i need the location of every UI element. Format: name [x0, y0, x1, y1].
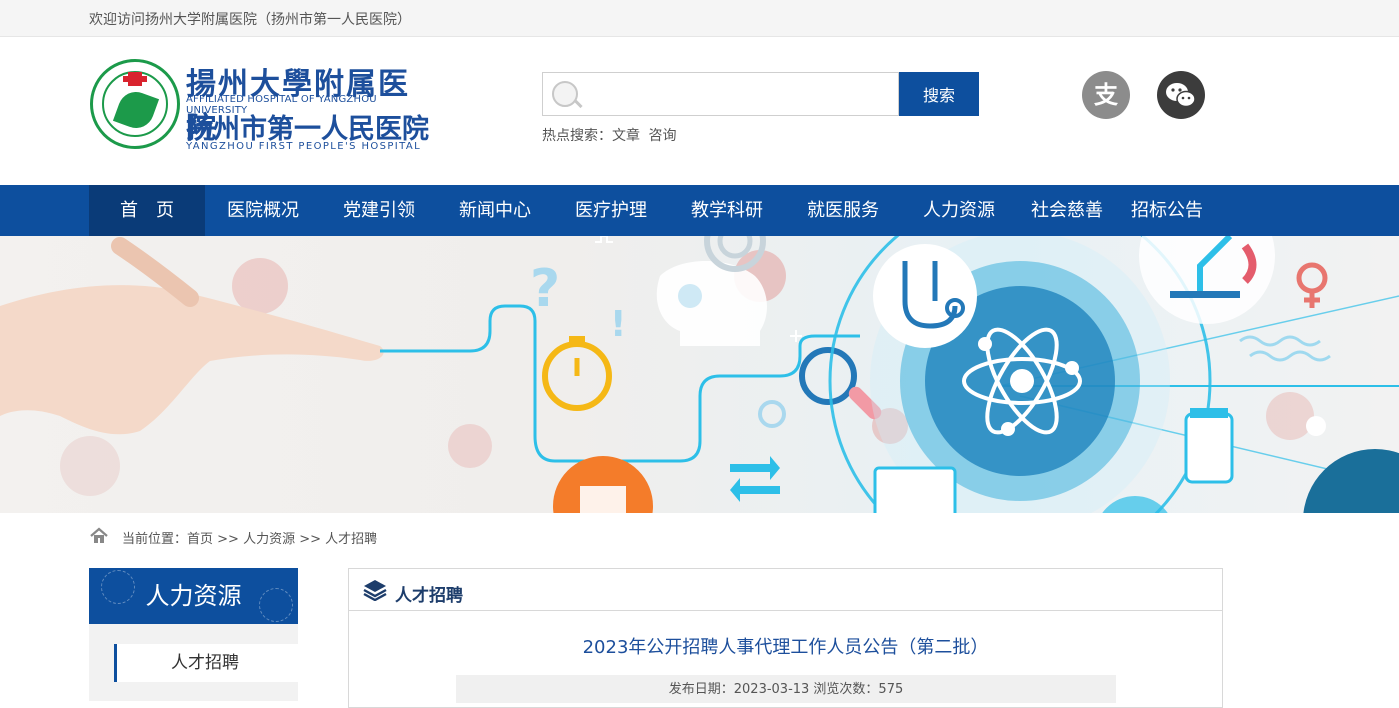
svg-text:!: !: [610, 304, 626, 345]
banner-illustration: ? !: [0, 236, 1399, 513]
header: 揚州大學附属医院 AFFILIATED HOSPITAL OF YANGZHOU…: [0, 37, 1399, 185]
alipay-icon[interactable]: 支: [1082, 71, 1130, 119]
welcome-text: 欢迎访问扬州大学附属医院（扬州市第一人民医院）: [89, 12, 411, 28]
nav-item-research[interactable]: 教学科研: [669, 185, 785, 236]
breadcrumb-item-home[interactable]: 首页: [187, 532, 213, 547]
sidebar-title: 人力资源: [89, 568, 298, 624]
home-icon: [90, 527, 108, 543]
hospital-logo[interactable]: 揚州大學附属医院 AFFILIATED HOSPITAL OF YANGZHOU…: [90, 57, 440, 157]
hot-search-label: 热点搜索：: [542, 128, 612, 144]
search-input[interactable]: [542, 72, 899, 116]
breadcrumb-item-recruitment[interactable]: 人才招聘: [325, 532, 377, 547]
panel-title: 人才招聘: [395, 586, 463, 606]
sidebar-title-text: 人力资源: [145, 582, 242, 610]
article-title: 2023年公开招聘人事代理工作人员公告（第二批）: [582, 637, 989, 658]
hot-search: 热点搜索：文章 咨询: [542, 125, 680, 145]
nav-item-medical[interactable]: 医疗护理: [553, 185, 669, 236]
article-meta: 发布日期：2023-03-13 浏览次数：575: [456, 675, 1116, 703]
breadcrumb-item-hr[interactable]: 人力资源: [243, 532, 295, 547]
search-button[interactable]: 搜索: [899, 72, 979, 116]
wechat-icon[interactable]: [1157, 71, 1205, 119]
nav-item-charity[interactable]: 社会慈善: [1017, 185, 1117, 236]
panel-header: 人才招聘: [349, 569, 1222, 611]
nav-item-news[interactable]: 新闻中心: [437, 185, 553, 236]
hospital-emblem-icon: [90, 59, 180, 149]
hero-banner: ? !: [0, 236, 1399, 513]
top-bar: 欢迎访问扬州大学附属医院（扬州市第一人民医院）: [0, 0, 1399, 37]
nav-item-home[interactable]: 首 页: [89, 185, 205, 236]
nav-item-hr[interactable]: 人力资源: [901, 185, 1017, 236]
content-panel: 人才招聘 2023年公开招聘人事代理工作人员公告（第二批） 发布日期：2023-…: [348, 568, 1223, 708]
search-icon: [552, 81, 578, 107]
breadcrumb-prefix: 当前位置：: [122, 532, 188, 547]
sidebar-item-recruitment[interactable]: 人才招聘: [114, 644, 298, 682]
nav-item-tender[interactable]: 招标公告: [1117, 185, 1217, 236]
breadcrumb-separator: >>: [295, 532, 326, 547]
nav-item-service[interactable]: 就医服务: [785, 185, 901, 236]
flower-decoration-icon: [101, 570, 135, 604]
logo-en-name-hospital: YANGZHOU FIRST PEOPLE'S HOSPITAL: [186, 141, 422, 152]
main-nav: 首 页 医院概况 党建引领 新闻中心 医疗护理 教学科研 就医服务 人力资源 社…: [0, 185, 1399, 236]
hot-search-term[interactable]: 咨询: [648, 128, 676, 144]
sidebar-menu: 人才招聘: [89, 624, 298, 701]
search-bar: 搜索: [542, 72, 979, 116]
layers-icon: [363, 580, 387, 601]
hot-search-term[interactable]: 文章: [612, 128, 640, 144]
nav-item-party[interactable]: 党建引领: [321, 185, 437, 236]
breadcrumb-separator: >>: [213, 532, 244, 547]
nav-item-overview[interactable]: 医院概况: [205, 185, 321, 236]
flower-decoration-icon: [259, 588, 293, 622]
svg-text:?: ?: [530, 259, 560, 319]
